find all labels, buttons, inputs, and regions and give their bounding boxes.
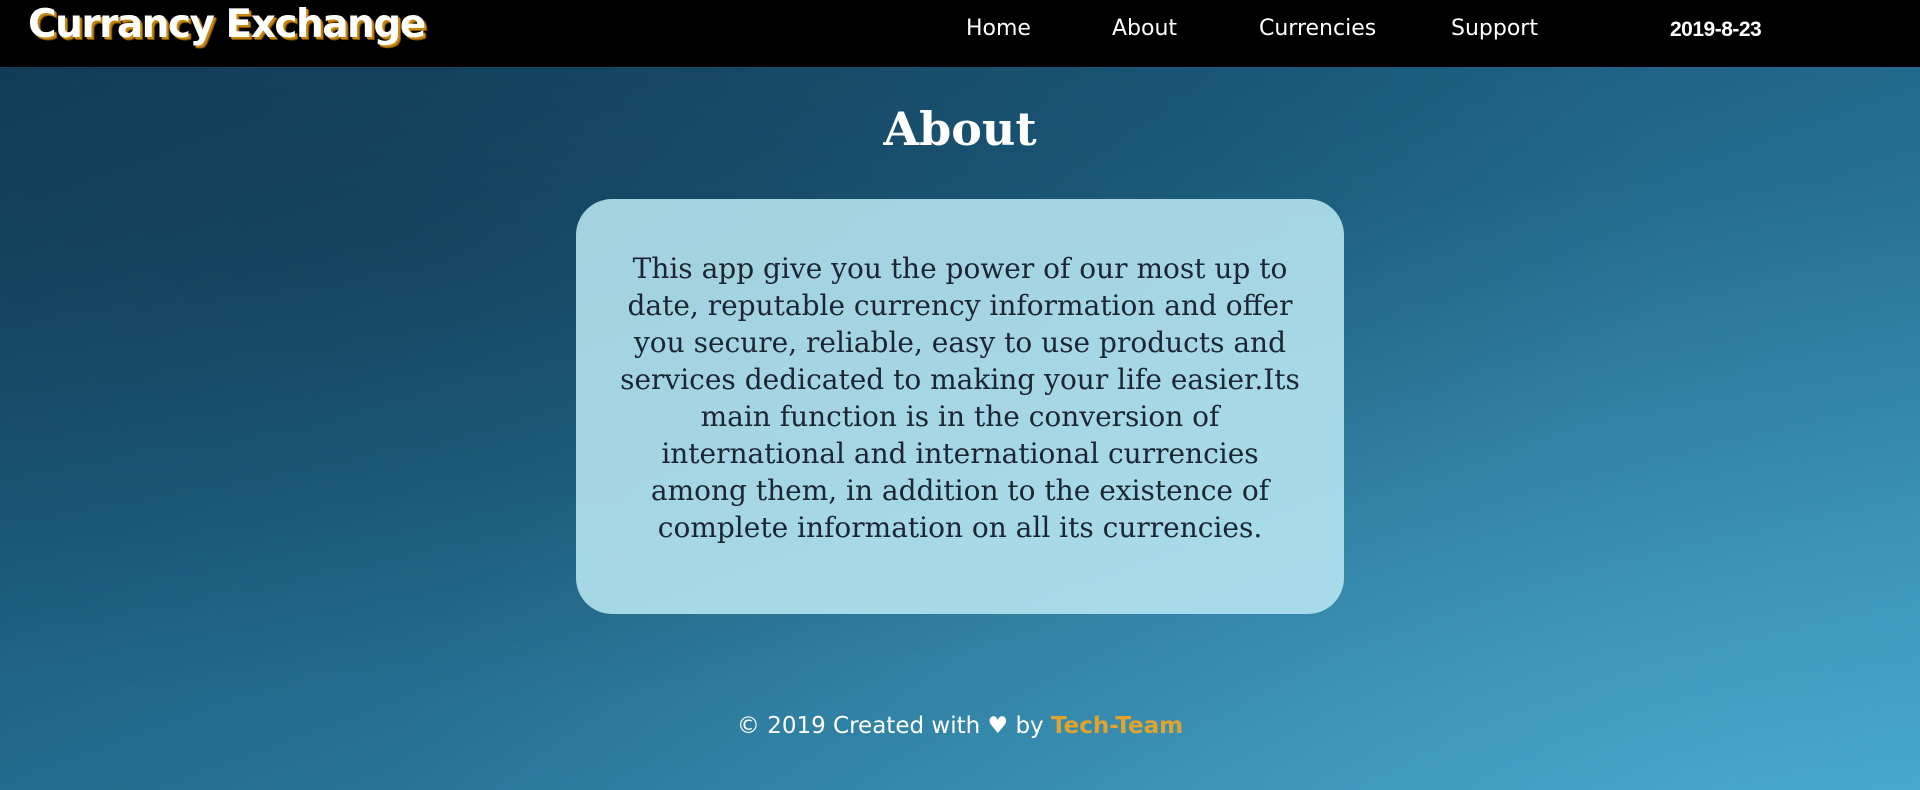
- nav-currencies-link[interactable]: Currencies: [1259, 16, 1376, 41]
- about-description: This app give you the power of our most …: [620, 251, 1300, 544]
- footer-copyright: © 2019 Created with: [736, 713, 981, 739]
- brand-logo[interactable]: Currancy Exchange: [28, 2, 426, 47]
- footer-credit-link[interactable]: Tech-Team: [1051, 713, 1183, 739]
- heart-icon: ♥: [987, 713, 1009, 739]
- nav-support-link[interactable]: Support: [1451, 16, 1538, 41]
- footer-by: by: [1015, 713, 1044, 739]
- nav-home-link[interactable]: Home: [966, 16, 1031, 41]
- about-card: This app give you the power of our most …: [576, 199, 1344, 614]
- current-date: 2019-8-23: [1670, 18, 1762, 41]
- page-title: About: [883, 102, 1037, 156]
- footer: © 2019 Created with ♥ by Tech-Team: [0, 713, 1920, 739]
- nav-about-link[interactable]: About: [1112, 16, 1177, 41]
- top-navbar: Currancy Exchange Home About Currencies …: [0, 0, 1920, 67]
